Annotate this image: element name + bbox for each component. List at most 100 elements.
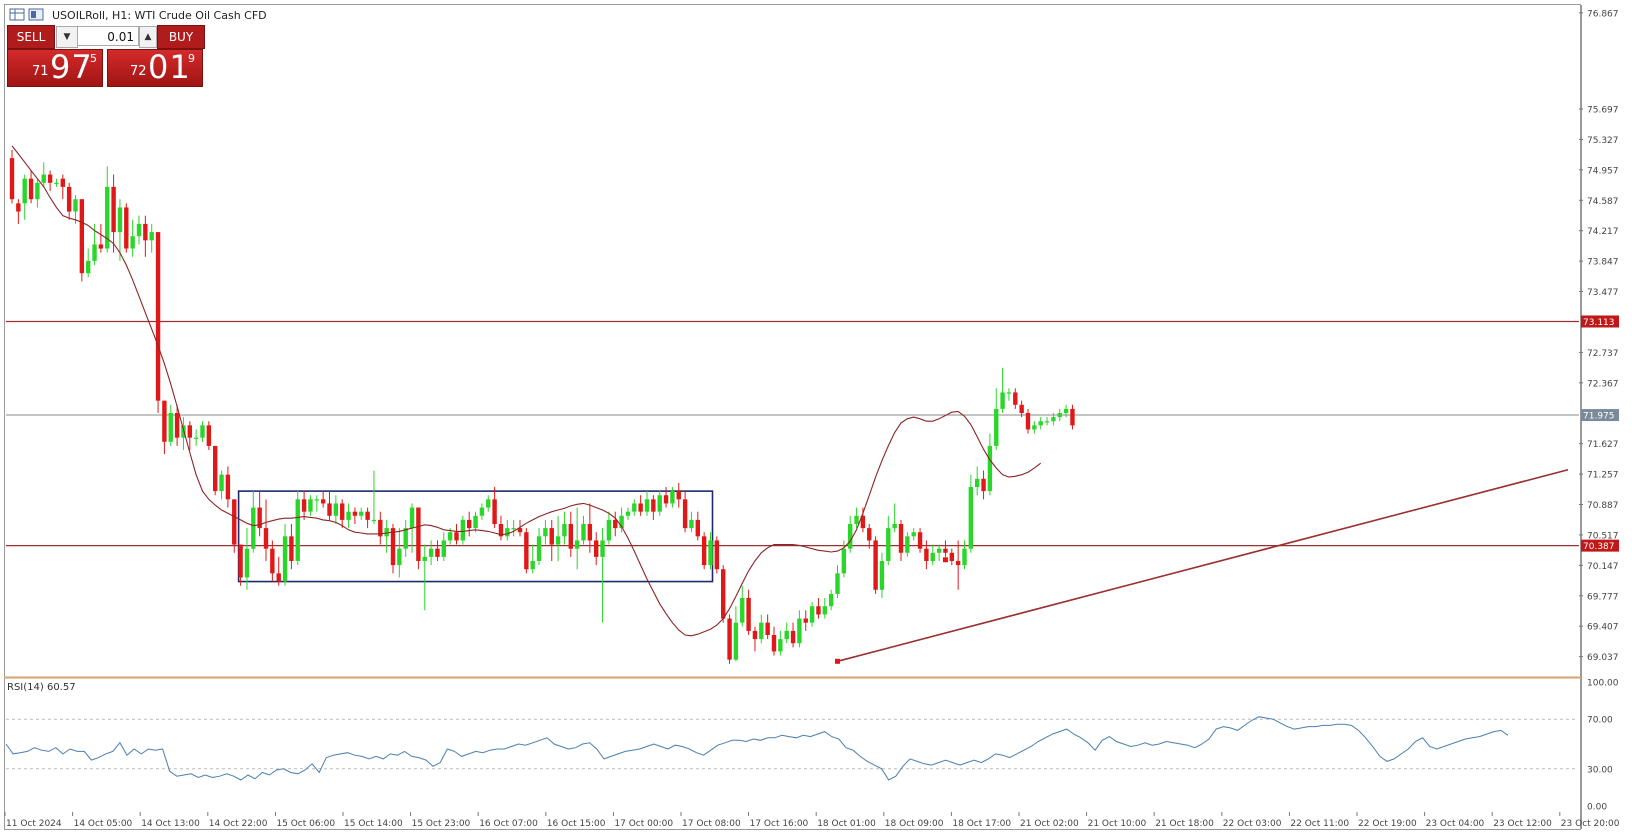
time-tick-label: 15 Oct 06:00 <box>276 819 335 829</box>
candle-body <box>346 511 351 520</box>
candle-body <box>676 491 681 500</box>
candle-body <box>632 503 637 512</box>
candle-body <box>143 223 148 241</box>
candle-body <box>924 548 929 561</box>
sell-price-box[interactable]: 71 97 5 <box>7 48 103 87</box>
candle-body <box>244 548 250 578</box>
candle-body <box>454 532 459 541</box>
candle-body <box>854 515 859 524</box>
time-tick-label: 18 Oct 17:00 <box>952 819 1011 829</box>
candle-body <box>155 232 161 401</box>
candle-body <box>435 548 440 557</box>
candle-body <box>727 618 732 660</box>
lot-decrease-button[interactable]: ▼ <box>56 26 78 48</box>
time-tick-label: 23 Oct 12:00 <box>1493 819 1552 829</box>
price-tick-label: 76.867 <box>1587 9 1619 19</box>
buy-price-box[interactable]: 72 01 9 <box>107 48 203 87</box>
chart-menu-icon[interactable] <box>9 8 25 21</box>
candle-body <box>130 236 135 249</box>
candle-body <box>47 174 53 183</box>
bearish-candle <box>721 565 726 623</box>
candle-body <box>587 524 593 541</box>
candle-body <box>320 499 326 504</box>
candle-body <box>835 573 840 594</box>
time-tick-label: 17 Oct 08:00 <box>682 819 741 829</box>
buy-price-prefix: 72 <box>130 64 147 79</box>
chart-canvas[interactable]: USOILRoll, H1: WTI Crude Oil Cash CFD RS… <box>0 0 1632 836</box>
buy-button[interactable]: BUY <box>157 25 205 49</box>
candle-body <box>879 561 885 590</box>
candle-body <box>733 622 739 660</box>
bullish-candle <box>460 515 466 545</box>
time-tick-label: 14 Oct 22:00 <box>209 819 268 829</box>
candle-body <box>606 519 612 541</box>
rsi-tick-label: 100.00 <box>1587 679 1619 689</box>
chart-window-icon[interactable] <box>28 8 44 21</box>
candle-body <box>22 178 27 204</box>
candle-body <box>822 606 827 615</box>
candle-body <box>301 499 307 512</box>
price-tick-label: 73.847 <box>1587 258 1619 268</box>
candle-body <box>701 536 707 566</box>
bearish-candle <box>524 528 529 574</box>
candle-body <box>397 548 402 566</box>
candle-body <box>530 561 535 570</box>
candle-body <box>562 524 567 537</box>
time-tick-label: 18 Oct 01:00 <box>817 819 876 829</box>
candle-body <box>759 622 764 640</box>
chart-window: USOILRoll, H1: WTI Crude Oil Cash CFD RS… <box>0 0 1632 836</box>
bearish-candle <box>873 536 878 594</box>
rsi-tick-label: 30.00 <box>1587 765 1613 775</box>
sell-price-sup: 5 <box>90 52 97 65</box>
candle-body <box>187 425 192 438</box>
candle-body <box>213 445 218 492</box>
candle-body <box>930 552 935 561</box>
candle-body <box>117 207 123 233</box>
candle-body <box>149 232 154 241</box>
candle-body <box>511 528 516 530</box>
candle-body <box>898 524 904 553</box>
candle-body <box>1051 417 1056 422</box>
lot-increase-button[interactable]: ▲ <box>139 26 157 48</box>
candle-body <box>467 519 472 529</box>
candle-body <box>1006 392 1012 394</box>
candle-body <box>975 478 980 487</box>
candle-body <box>568 524 573 549</box>
candle-body <box>613 519 618 529</box>
price-tick-label: 74.587 <box>1587 197 1619 207</box>
time-tick-label: 22 Oct 03:00 <box>1223 819 1282 829</box>
sell-button[interactable]: SELL <box>7 25 55 49</box>
candle-body <box>695 519 700 537</box>
candle-body <box>1063 408 1069 413</box>
candle-body <box>638 503 643 512</box>
candle-body <box>162 400 167 442</box>
candle-body <box>1044 421 1050 423</box>
candle-body <box>892 524 897 529</box>
candle-body <box>35 182 40 200</box>
candle-body <box>778 639 783 652</box>
candle-body <box>282 536 288 582</box>
candle-body <box>536 536 542 561</box>
bearish-candle <box>155 232 161 413</box>
level-price-label: 71.975 <box>1583 412 1615 422</box>
bullish-candle <box>295 491 300 566</box>
candle-body <box>136 223 142 237</box>
rsi-indicator-label: RSI(14) 60.57 <box>7 682 76 693</box>
candle-body <box>886 528 891 561</box>
bearish-candle <box>727 614 732 664</box>
candle-body <box>816 606 821 615</box>
candle-body <box>193 437 199 439</box>
lot-size-input[interactable]: 0.01 <box>77 26 139 46</box>
candle-body <box>943 548 948 553</box>
candle-body <box>365 511 370 520</box>
candle-body <box>352 511 358 516</box>
candle-body <box>663 495 669 504</box>
candle-body <box>936 548 942 553</box>
time-tick-label: 16 Oct 07:00 <box>479 819 538 829</box>
candle-body <box>841 548 847 574</box>
candle-body <box>505 528 510 537</box>
trendline-anchor-point <box>835 658 840 664</box>
candle-body <box>873 540 878 590</box>
bearish-candle <box>206 421 212 450</box>
candle-body <box>771 635 777 652</box>
